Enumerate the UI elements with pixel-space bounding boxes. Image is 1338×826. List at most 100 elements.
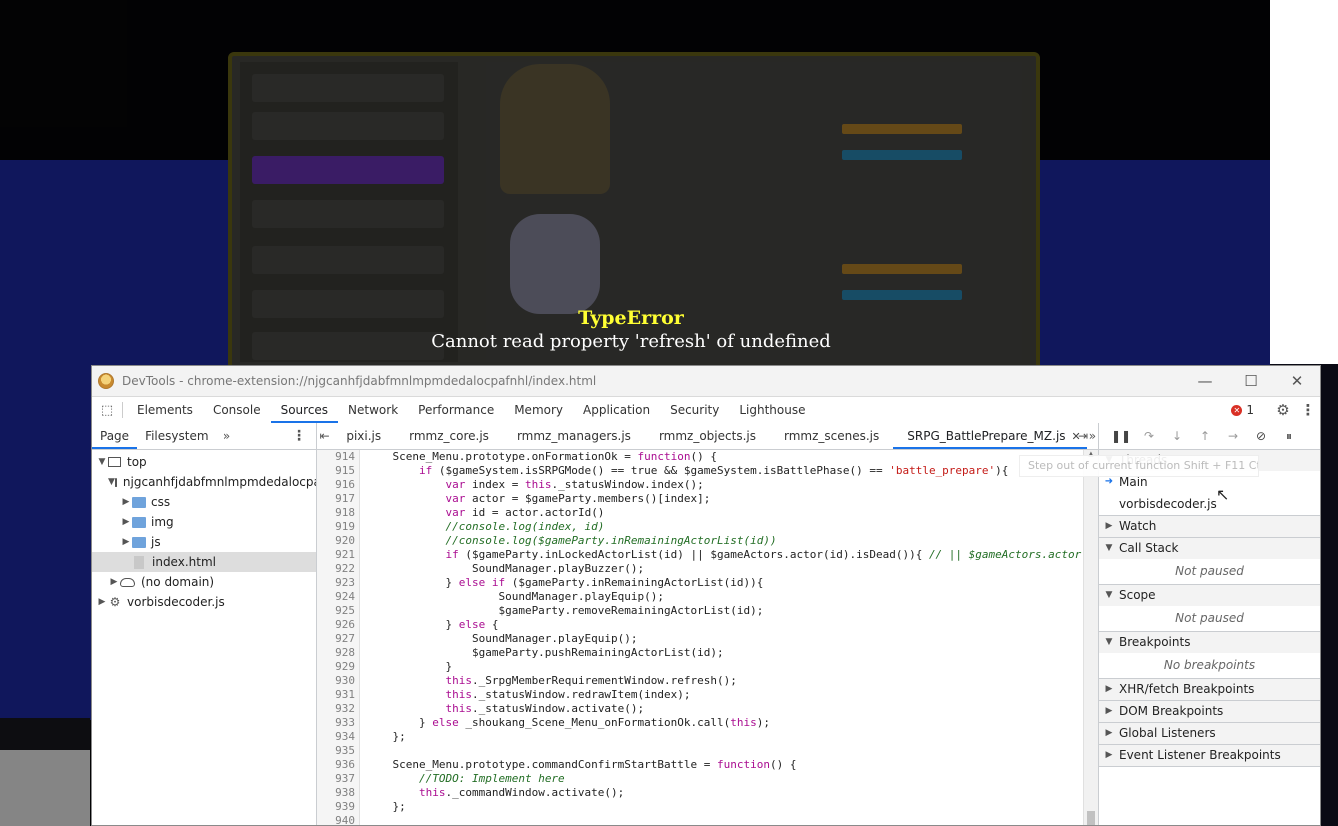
- minimize-button[interactable]: —: [1182, 366, 1228, 396]
- code-line[interactable]: 928 $gameParty.pushRemainingActorList(id…: [317, 646, 1082, 660]
- line-number[interactable]: 921: [317, 548, 360, 562]
- toggle-navigator-icon[interactable]: ⇤: [317, 429, 332, 443]
- line-number[interactable]: 923: [317, 576, 360, 590]
- code-line[interactable]: 931 this._statusWindow.redrawItem(index)…: [317, 688, 1082, 702]
- error-count-badge[interactable]: ✕ 1: [1231, 403, 1254, 417]
- line-number[interactable]: 935: [317, 744, 360, 758]
- line-number[interactable]: 925: [317, 604, 360, 618]
- code-line[interactable]: 920 //console.log($gameParty.inRemaining…: [317, 534, 1082, 548]
- tab-console[interactable]: Console: [203, 397, 271, 423]
- line-number[interactable]: 940: [317, 814, 360, 825]
- editor-tab-rmmz-core[interactable]: rmmz_core.js: [395, 423, 503, 449]
- tab-security[interactable]: Security: [660, 397, 729, 423]
- toggle-debugger-icon[interactable]: ⇥: [1068, 423, 1098, 449]
- code-line[interactable]: 938 this._commandWindow.activate();: [317, 786, 1082, 800]
- navigator-menu-icon[interactable]: ⋮: [292, 423, 306, 449]
- editor-tab-pixi[interactable]: pixi.js: [332, 423, 395, 449]
- code-line[interactable]: 925 $gameParty.removeRemainingActorList(…: [317, 604, 1082, 618]
- line-number[interactable]: 936: [317, 758, 360, 772]
- step-icon[interactable]: →: [1219, 429, 1247, 443]
- tab-network[interactable]: Network: [338, 397, 408, 423]
- line-number[interactable]: 937: [317, 772, 360, 786]
- line-number[interactable]: 922: [317, 562, 360, 576]
- line-number[interactable]: 916: [317, 478, 360, 492]
- expand-triangle-icon[interactable]: ▼: [108, 477, 115, 487]
- editor-scrollbar[interactable]: ▲: [1083, 450, 1098, 825]
- editor-tab-srpg-battleprepare[interactable]: SRPG_BattlePrepare_MZ.js ✕: [893, 423, 1087, 449]
- code-line[interactable]: 914 Scene_Menu.prototype.onFormationOk =…: [317, 450, 1082, 464]
- code-line[interactable]: 927 SoundManager.playEquip();: [317, 632, 1082, 646]
- line-number[interactable]: 932: [317, 702, 360, 716]
- code-line[interactable]: 934 };: [317, 730, 1082, 744]
- tree-item-extension[interactable]: ▼ njgcanhfjdabfmnlmpmdedalocpa: [92, 472, 316, 492]
- editor-tab-rmmz-scenes[interactable]: rmmz_scenes.js: [770, 423, 893, 449]
- collapsed-triangle-icon[interactable]: ▶: [108, 577, 120, 587]
- event-listener-breakpoints-header[interactable]: ▶ Event Listener Breakpoints: [1099, 745, 1320, 766]
- editor-tab-rmmz-managers[interactable]: rmmz_managers.js: [503, 423, 645, 449]
- tree-item-vorbisdecoder[interactable]: ▶ ⚙ vorbisdecoder.js: [92, 592, 316, 612]
- pause-on-exceptions-icon[interactable]: ⏸: [1275, 429, 1303, 444]
- step-out-icon[interactable]: ↑: [1191, 429, 1219, 443]
- line-number[interactable]: 928: [317, 646, 360, 660]
- code-lines[interactable]: 914 Scene_Menu.prototype.onFormationOk =…: [317, 450, 1082, 825]
- code-line[interactable]: 936 Scene_Menu.prototype.commandConfirmS…: [317, 758, 1082, 772]
- collapsed-triangle-icon[interactable]: ▶: [96, 597, 108, 607]
- editor-tab-rmmz-objects[interactable]: rmmz_objects.js: [645, 423, 770, 449]
- window-titlebar[interactable]: DevTools - chrome-extension://njgcanhfjd…: [92, 366, 1320, 397]
- collapsed-triangle-icon[interactable]: ▶: [120, 517, 132, 527]
- collapsed-triangle-icon[interactable]: ▶: [120, 537, 132, 547]
- step-into-icon[interactable]: ↓: [1163, 429, 1191, 443]
- code-line[interactable]: 923 } else if ($gameParty.inRemainingAct…: [317, 576, 1082, 590]
- line-number[interactable]: 917: [317, 492, 360, 506]
- tree-item-js[interactable]: ▶ js: [92, 532, 316, 552]
- code-line[interactable]: 939 };: [317, 800, 1082, 814]
- code-line[interactable]: 924 SoundManager.playEquip();: [317, 590, 1082, 604]
- line-number[interactable]: 930: [317, 674, 360, 688]
- maximize-button[interactable]: ☐: [1228, 366, 1274, 396]
- code-line[interactable]: 929 }: [317, 660, 1082, 674]
- line-number[interactable]: 933: [317, 716, 360, 730]
- line-number[interactable]: 934: [317, 730, 360, 744]
- code-line[interactable]: 930 this._SrpgMemberRequirementWindow.re…: [317, 674, 1082, 688]
- line-number[interactable]: 914: [317, 450, 360, 464]
- xhr-breakpoints-header[interactable]: ▶ XHR/fetch Breakpoints: [1099, 679, 1320, 700]
- thread-vorbisdecoder[interactable]: vorbisdecoder.js: [1099, 493, 1320, 515]
- line-number[interactable]: 919: [317, 520, 360, 534]
- code-line[interactable]: 932 this._statusWindow.activate();: [317, 702, 1082, 716]
- tab-performance[interactable]: Performance: [408, 397, 504, 423]
- line-number[interactable]: 939: [317, 800, 360, 814]
- dom-breakpoints-header[interactable]: ▶ DOM Breakpoints: [1099, 701, 1320, 722]
- code-line[interactable]: 916 var index = this._statusWindow.index…: [317, 478, 1082, 492]
- tab-page[interactable]: Page: [92, 423, 138, 449]
- code-line[interactable]: 937 //TODO: Implement here: [317, 772, 1082, 786]
- code-line[interactable]: 926 } else {: [317, 618, 1082, 632]
- expand-triangle-icon[interactable]: ▼: [96, 457, 108, 467]
- code-line[interactable]: 922 SoundManager.playBuzzer();: [317, 562, 1082, 576]
- line-number[interactable]: 929: [317, 660, 360, 674]
- tab-application[interactable]: Application: [573, 397, 660, 423]
- code-line[interactable]: 921 if ($gameParty.inLockedActorList(id)…: [317, 548, 1082, 562]
- more-tabs-chevron-icon[interactable]: »: [217, 429, 237, 443]
- code-line[interactable]: 918 var id = actor.actorId(): [317, 506, 1082, 520]
- scope-header[interactable]: ▼ Scope: [1099, 585, 1320, 606]
- tree-item-img[interactable]: ▶ img: [92, 512, 316, 532]
- line-number[interactable]: 931: [317, 688, 360, 702]
- settings-gear-icon[interactable]: ⚙: [1270, 401, 1296, 419]
- breakpoints-header[interactable]: ▼ Breakpoints: [1099, 632, 1320, 653]
- pause-icon[interactable]: ❚❚: [1107, 429, 1135, 443]
- tree-item-index-html[interactable]: index.html: [92, 552, 316, 572]
- code-line[interactable]: 935: [317, 744, 1082, 758]
- call-stack-header[interactable]: ▼ Call Stack: [1099, 538, 1320, 559]
- scroll-thumb[interactable]: [1087, 811, 1095, 825]
- tab-lighthouse[interactable]: Lighthouse: [729, 397, 815, 423]
- watch-header[interactable]: ▶ Watch: [1099, 516, 1320, 537]
- global-listeners-header[interactable]: ▶ Global Listeners: [1099, 723, 1320, 744]
- tab-filesystem[interactable]: Filesystem: [137, 423, 216, 449]
- tree-item-css[interactable]: ▶ css: [92, 492, 316, 512]
- collapsed-triangle-icon[interactable]: ▶: [120, 497, 132, 507]
- code-line[interactable]: 915 if ($gameSystem.isSRPGMode() == true…: [317, 464, 1082, 478]
- tab-elements[interactable]: Elements: [127, 397, 203, 423]
- more-options-icon[interactable]: ⋮: [1296, 401, 1320, 419]
- line-number[interactable]: 938: [317, 786, 360, 800]
- line-number[interactable]: 924: [317, 590, 360, 604]
